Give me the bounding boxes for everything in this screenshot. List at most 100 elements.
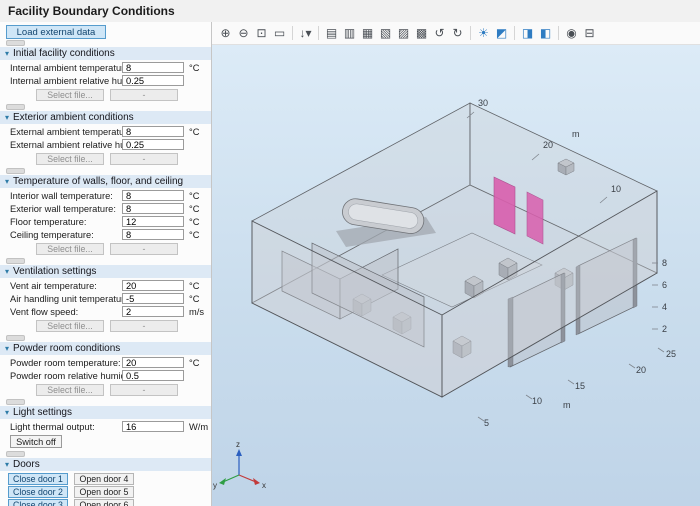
vent-flow-speed-input[interactable] bbox=[122, 306, 184, 317]
transparency-icon[interactable]: ◩ bbox=[493, 25, 510, 42]
z-axis-label: 2 bbox=[662, 324, 667, 334]
toolbar-separator bbox=[470, 26, 471, 40]
file-path-field[interactable]: - bbox=[110, 384, 178, 396]
section-header[interactable]: ▾ Doors bbox=[0, 458, 211, 471]
external-ambient-temperature-input[interactable] bbox=[122, 126, 184, 137]
door-buttons-grid: Close door 1 Open door 4 Close door 2 Op… bbox=[0, 471, 211, 506]
scene-light-icon[interactable]: ☀ bbox=[475, 25, 492, 42]
app-body: Load external data ▾ Initial facility co… bbox=[0, 22, 700, 506]
file-path-field[interactable]: - bbox=[110, 320, 178, 332]
spacer-chip bbox=[6, 451, 25, 457]
field-label: Ceiling temperature: bbox=[10, 230, 122, 240]
x-axis-label: 15 bbox=[575, 381, 585, 391]
axis-tick bbox=[629, 364, 635, 368]
orthographic-projection-icon[interactable]: ◧ bbox=[537, 25, 554, 42]
section-doors: ▾ Doors Close door 1 Open door 4 Close d… bbox=[0, 451, 211, 506]
field-label: Light thermal output: bbox=[10, 422, 122, 432]
load-external-data-button[interactable]: Load external data bbox=[6, 25, 106, 39]
go-to-zx-view-icon[interactable]: ▧ bbox=[377, 25, 394, 42]
go-to-xy-view-icon[interactable]: ▤ bbox=[323, 25, 340, 42]
section-header[interactable]: ▾ Ventilation settings bbox=[0, 265, 211, 278]
field-row: Ceiling temperature: °C bbox=[0, 228, 211, 241]
window-title: Facility Boundary Conditions bbox=[0, 0, 700, 22]
air-handling-unit-temperature-input[interactable] bbox=[122, 293, 184, 304]
field-row: Vent air temperature: °C bbox=[0, 279, 211, 292]
ceiling-temperature-input[interactable] bbox=[122, 229, 184, 240]
unit-label: °C bbox=[189, 281, 199, 291]
section-header[interactable]: ▾ Temperature of walls, floor, and ceili… bbox=[0, 175, 211, 188]
graphics-toolbar: ⊕ ⊖ ⊡ ▭ ↓▾ ▤ ▥ ▦ ▧ ▨ ▩ ↺ ↻ ☀ ◩ ◨ ◧ ◉ ⊟ bbox=[212, 22, 700, 45]
interior-wall-temperature-input[interactable] bbox=[122, 190, 184, 201]
external-ambient-humidity-input[interactable] bbox=[122, 139, 184, 150]
image-snapshot-icon[interactable]: ◉ bbox=[563, 25, 580, 42]
select-file-button[interactable]: Select file... bbox=[36, 153, 104, 165]
internal-ambient-temperature-input[interactable] bbox=[122, 62, 184, 73]
close-door-3-button[interactable]: Close door 3 bbox=[8, 499, 68, 506]
light-thermal-output-input[interactable] bbox=[122, 421, 184, 432]
file-row: Select file... - bbox=[0, 87, 211, 102]
zoom-extents-icon[interactable]: ⊡ bbox=[253, 25, 270, 42]
go-to-view-dropdown-icon[interactable]: ↓▾ bbox=[297, 25, 314, 42]
x-axis-label: 25 bbox=[666, 349, 676, 359]
field-label: Internal ambient relative humidity: bbox=[10, 76, 122, 86]
file-row: Select file... - bbox=[0, 318, 211, 333]
zoom-in-icon[interactable]: ⊕ bbox=[217, 25, 234, 42]
y-axis-label: 30 bbox=[478, 98, 488, 108]
file-path-field[interactable]: - bbox=[110, 153, 178, 165]
toolbar-separator bbox=[292, 26, 293, 40]
select-file-button[interactable]: Select file... bbox=[36, 243, 104, 255]
unit-label: °C bbox=[189, 358, 199, 368]
z-axis-label: 8 bbox=[662, 258, 667, 268]
file-path-field[interactable]: - bbox=[110, 89, 178, 101]
unit-label: W/m bbox=[189, 422, 208, 432]
model-canvas[interactable]: 30 20 m 10 8 6 4 2 25 20 15 10 m 5 z bbox=[212, 45, 700, 506]
field-label: Air handling unit temperature: bbox=[10, 294, 122, 304]
collapse-triangle-icon: ▾ bbox=[5, 50, 9, 58]
close-door-2-button[interactable]: Close door 2 bbox=[8, 486, 68, 498]
section-header[interactable]: ▾ Initial facility conditions bbox=[0, 47, 211, 60]
zoom-out-icon[interactable]: ⊖ bbox=[235, 25, 252, 42]
unit-label: °C bbox=[189, 63, 199, 73]
select-file-button[interactable]: Select file... bbox=[36, 384, 104, 396]
go-to-zy-view-icon[interactable]: ▩ bbox=[413, 25, 430, 42]
field-label: Vent air temperature: bbox=[10, 281, 122, 291]
go-to-yx-view-icon[interactable]: ▥ bbox=[341, 25, 358, 42]
section-title: Initial facility conditions bbox=[13, 48, 115, 59]
section-header[interactable]: ▾ Exterior ambient conditions bbox=[0, 111, 211, 124]
print-icon[interactable]: ⊟ bbox=[581, 25, 598, 42]
zoom-to-selection-icon[interactable]: ▭ bbox=[271, 25, 288, 42]
field-row: Floor temperature: °C bbox=[0, 215, 211, 228]
z-axis-label: 6 bbox=[662, 280, 667, 290]
collapse-triangle-icon: ▾ bbox=[5, 178, 9, 186]
section-header[interactable]: ▾ Powder room conditions bbox=[0, 342, 211, 355]
vent-air-temperature-input[interactable] bbox=[122, 280, 184, 291]
clipping-icon[interactable]: ◨ bbox=[519, 25, 536, 42]
field-label: Powder room relative humidity: bbox=[10, 371, 122, 381]
file-path-field[interactable]: - bbox=[110, 243, 178, 255]
open-door-5-button[interactable]: Open door 5 bbox=[74, 486, 134, 498]
powder-room-humidity-input[interactable] bbox=[122, 370, 184, 381]
go-to-yz-view-icon[interactable]: ▨ bbox=[395, 25, 412, 42]
internal-ambient-humidity-input[interactable] bbox=[122, 75, 184, 86]
switch-off-button[interactable]: Switch off bbox=[10, 435, 62, 448]
open-door-4-button[interactable]: Open door 4 bbox=[74, 473, 134, 485]
file-row: Select file... - bbox=[0, 382, 211, 397]
file-row: Select file... - bbox=[0, 241, 211, 256]
section-header[interactable]: ▾ Light settings bbox=[0, 406, 211, 419]
exterior-wall-temperature-input[interactable] bbox=[122, 203, 184, 214]
powder-room-temperature-input[interactable] bbox=[122, 357, 184, 368]
select-file-button[interactable]: Select file... bbox=[36, 320, 104, 332]
rotate-counterclockwise-icon[interactable]: ↺ bbox=[431, 25, 448, 42]
unit-label: °C bbox=[189, 217, 199, 227]
select-file-button[interactable]: Select file... bbox=[36, 89, 104, 101]
spacer-chip bbox=[6, 258, 25, 264]
floor-temperature-input[interactable] bbox=[122, 216, 184, 227]
rotate-clockwise-icon[interactable]: ↻ bbox=[449, 25, 466, 42]
go-to-xz-view-icon[interactable]: ▦ bbox=[359, 25, 376, 42]
open-door-6-button[interactable]: Open door 6 bbox=[74, 499, 134, 506]
close-door-1-button[interactable]: Close door 1 bbox=[8, 473, 68, 485]
field-row: Light thermal output: W/m bbox=[0, 420, 211, 433]
section-ventilation-settings: ▾ Ventilation settings Vent air temperat… bbox=[0, 258, 211, 334]
spacer-chip bbox=[6, 399, 25, 405]
field-label: External ambient temperature: bbox=[10, 127, 122, 137]
